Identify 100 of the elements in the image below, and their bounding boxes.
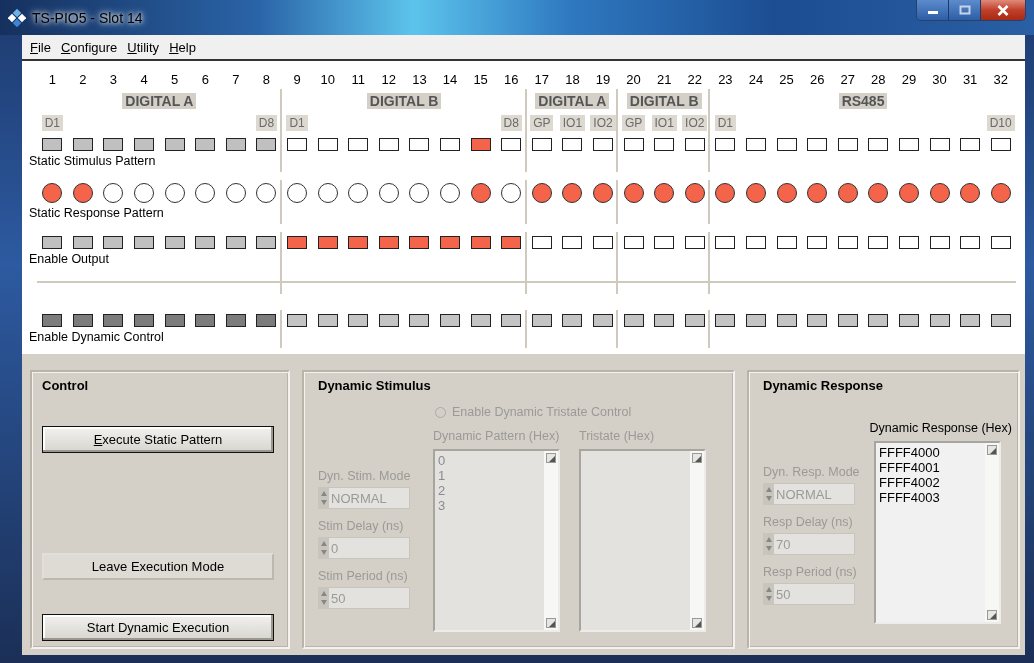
output-toggle[interactable] [990, 235, 1011, 249]
dynamic-toggle[interactable] [898, 313, 919, 327]
output-toggle[interactable] [868, 235, 889, 249]
output-toggle[interactable] [684, 235, 705, 249]
dynamic-toggle[interactable] [623, 313, 644, 327]
stimulus-toggle[interactable] [623, 137, 644, 151]
output-toggle[interactable] [807, 235, 828, 249]
maximize-button[interactable] [949, 0, 981, 20]
output-toggle[interactable] [776, 235, 797, 249]
dynamic-toggle[interactable] [317, 313, 338, 327]
stimulus-toggle[interactable] [684, 137, 705, 151]
stimulus-toggle[interactable] [715, 137, 736, 151]
menu-item[interactable]: Configure [56, 39, 122, 55]
stimulus-toggle[interactable] [898, 137, 919, 151]
dynamic-toggle[interactable] [134, 313, 155, 327]
output-toggle[interactable] [837, 235, 858, 249]
dynamic-toggle[interactable] [195, 313, 216, 327]
dynamic-toggle[interactable] [348, 313, 369, 327]
dynamic-toggle[interactable] [654, 313, 675, 327]
output-toggle[interactable] [960, 235, 981, 249]
list-item[interactable]: FFFF4002 [879, 475, 982, 490]
menu-item[interactable]: Help [165, 39, 200, 55]
stimulus-toggle[interactable] [776, 137, 797, 151]
list-box[interactable]: FFFF4000 FFFF4001 FFFF4002 FFFF4003 [874, 441, 1001, 624]
dynamic-toggle[interactable] [929, 313, 950, 327]
stimulus-toggle[interactable] [929, 137, 950, 151]
channel-number: 23 [718, 71, 733, 87]
dynamic-toggle[interactable] [715, 313, 736, 327]
dynamic-toggle[interactable] [42, 313, 63, 327]
output-toggle[interactable] [715, 235, 736, 249]
minimize-button[interactable] [917, 0, 949, 20]
dynamic-toggle[interactable] [72, 313, 93, 327]
stimulus-toggle[interactable] [531, 137, 552, 151]
stimulus-toggle[interactable] [470, 137, 491, 151]
output-toggle[interactable] [623, 235, 644, 249]
dynamic-toggle[interactable] [103, 313, 124, 327]
list-item[interactable]: FFFF4000 [879, 445, 982, 460]
scroll-up-icon[interactable] [987, 445, 997, 455]
dynamic-toggle[interactable] [593, 313, 613, 327]
dynamic-toggle[interactable] [501, 313, 522, 327]
stimulus-toggle[interactable] [593, 137, 613, 151]
dynamic-toggle[interactable] [684, 313, 705, 327]
dynamic-toggle[interactable] [745, 313, 766, 327]
stimulus-toggle[interactable] [990, 137, 1011, 151]
stimulus-toggle[interactable] [960, 137, 981, 151]
action-button[interactable]: Leave Execution Mode [42, 553, 274, 580]
output-toggle[interactable] [287, 235, 308, 249]
output-toggle[interactable] [898, 235, 919, 249]
action-button[interactable]: Execute Static Pattern [42, 426, 274, 453]
output-toggle[interactable] [929, 235, 950, 249]
stimulus-toggle[interactable] [317, 137, 338, 151]
stimulus-toggle[interactable] [409, 137, 430, 151]
output-toggle[interactable] [409, 235, 430, 249]
output-toggle[interactable] [562, 235, 583, 249]
output-toggle[interactable] [501, 235, 522, 249]
stimulus-toggle[interactable] [807, 137, 828, 151]
dynamic-toggle[interactable] [287, 313, 308, 327]
close-button[interactable] [981, 0, 1025, 20]
output-toggle[interactable] [531, 235, 552, 249]
scroll-down-icon[interactable] [987, 610, 997, 620]
dynamic-toggle[interactable] [256, 313, 277, 327]
output-toggle[interactable] [440, 235, 460, 249]
stimulus-toggle[interactable] [868, 137, 889, 151]
row-label: Static Stimulus Pattern [29, 154, 156, 168]
stimulus-toggle[interactable] [287, 137, 308, 151]
stimulus-toggle[interactable] [440, 137, 460, 151]
dynamic-toggle[interactable] [837, 313, 858, 327]
dynamic-toggle[interactable] [378, 313, 399, 327]
list-item[interactable]: FFFF4001 [879, 460, 982, 475]
menu-item[interactable]: Utility [123, 39, 164, 55]
stimulus-toggle[interactable] [654, 137, 675, 151]
dynamic-toggle[interactable] [960, 313, 981, 327]
stimulus-toggle[interactable] [837, 137, 858, 151]
dynamic-toggle[interactable] [225, 313, 246, 327]
dynamic-toggle[interactable] [531, 313, 552, 327]
dynamic-toggle[interactable] [868, 313, 889, 327]
stimulus-toggle[interactable] [745, 137, 766, 151]
stimulus-toggle[interactable] [501, 137, 522, 151]
dynamic-toggle[interactable] [776, 313, 797, 327]
output-toggle[interactable] [745, 235, 766, 249]
output-toggle[interactable] [348, 235, 369, 249]
output-toggle[interactable] [654, 235, 675, 249]
scrollbar[interactable] [985, 443, 999, 622]
action-button[interactable]: Start Dynamic Execution [42, 614, 274, 641]
dynamic-toggle[interactable] [164, 313, 185, 327]
list-item[interactable]: FFFF4003 [879, 490, 982, 505]
dynamic-toggle[interactable] [409, 313, 430, 327]
stimulus-toggle[interactable] [378, 137, 399, 151]
dynamic-toggle[interactable] [470, 313, 491, 327]
output-toggle[interactable] [378, 235, 399, 249]
dynamic-toggle[interactable] [807, 313, 828, 327]
dynamic-toggle[interactable] [562, 313, 583, 327]
output-toggle[interactable] [593, 235, 613, 249]
output-toggle[interactable] [470, 235, 491, 249]
dynamic-toggle[interactable] [990, 313, 1011, 327]
menu-item[interactable]: File [26, 39, 55, 55]
stimulus-toggle[interactable] [348, 137, 369, 151]
stimulus-toggle[interactable] [562, 137, 583, 151]
output-toggle[interactable] [317, 235, 338, 249]
dynamic-toggle[interactable] [440, 313, 460, 327]
